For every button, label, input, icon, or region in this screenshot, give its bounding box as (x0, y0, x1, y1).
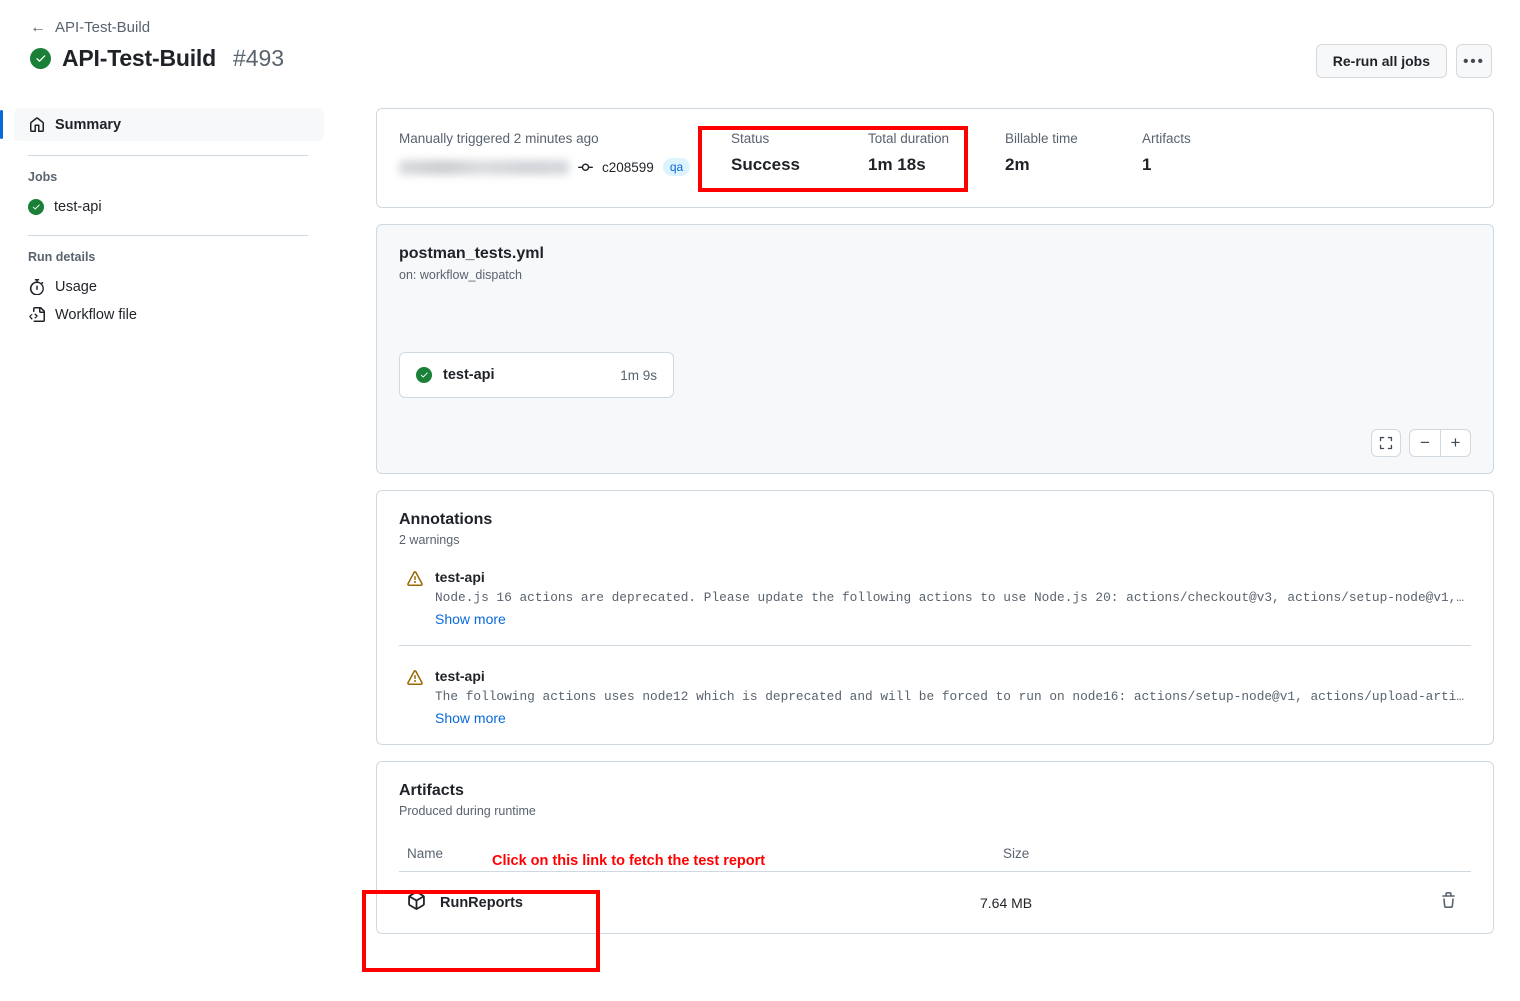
page-title: API-Test-Build (62, 45, 216, 71)
annotations-title: Annotations (399, 511, 493, 528)
annotation-body: test-api The following actions uses node… (435, 668, 1471, 726)
annotation-message: The following actions uses node12 which … (435, 689, 1471, 704)
check-circle-icon (416, 367, 432, 383)
sidebar-divider-1 (28, 155, 308, 156)
annotation-show-more-link[interactable]: Show more (435, 710, 1471, 726)
graph-job-node-test-api[interactable]: test-api 1m 9s (399, 352, 674, 398)
artifacts-subtitle: Produced during runtime (399, 804, 536, 818)
zoom-out-button[interactable]: − (1410, 430, 1440, 456)
header-actions: Re-run all jobs ••• (1315, 44, 1492, 78)
graph-controls: − + (1371, 429, 1471, 457)
sidebar-group-run-details: Run details (28, 250, 96, 264)
table-row: RunReports 7.64 MB (399, 871, 1471, 933)
stat-artifacts: Artifacts 1 (1142, 131, 1279, 207)
sidebar-item-summary-label: Summary (55, 116, 122, 133)
stat-total-duration-value: 1m 18s (868, 155, 926, 174)
rerun-all-jobs-button[interactable]: Re-run all jobs (1315, 44, 1447, 78)
artifact-download-link[interactable]: RunReports (407, 891, 980, 914)
sidebar-group-jobs: Jobs (28, 170, 58, 184)
check-circle-icon (30, 48, 51, 69)
callout-artifact-note: Click on this link to fetch the test rep… (492, 853, 766, 869)
artifact-name: RunReports (440, 894, 523, 911)
warning-triangle-icon (407, 670, 423, 726)
workflow-trigger-event: on: workflow_dispatch (399, 268, 522, 282)
annotation-show-more-link[interactable]: Show more (435, 611, 1471, 627)
run-number: #493 (232, 45, 285, 71)
sidebar-job-label: test-api (54, 199, 102, 215)
graph-job-duration: 1m 9s (620, 367, 657, 383)
package-icon (407, 891, 426, 914)
commit-icon (578, 160, 593, 175)
artifacts-panel: Artifacts Produced during runtime Name S… (376, 761, 1494, 934)
commit-meta: c208599 qa (399, 158, 711, 176)
stat-artifacts-value: 1 (1142, 155, 1152, 174)
annotations-panel: Annotations 2 warnings test-api Node.js … (376, 490, 1494, 745)
stopwatch-icon (28, 279, 45, 296)
zoom-in-button[interactable]: + (1440, 430, 1470, 456)
stat-status: Status Success (731, 131, 868, 207)
run-trigger-info: Manually triggered 2 minutes ago c208599… (399, 131, 711, 207)
stat-status-value: Success (731, 155, 800, 174)
sidebar-item-summary[interactable]: Summary (0, 108, 324, 141)
breadcrumb[interactable]: ← API-Test-Build (30, 19, 150, 36)
sidebar-divider-2 (28, 235, 308, 236)
file-code-icon (28, 307, 45, 324)
stat-total-duration-label: Total duration (868, 131, 950, 146)
breadcrumb-label[interactable]: API-Test-Build (55, 19, 150, 36)
fit-screen-icon[interactable] (1371, 429, 1401, 457)
workflow-run-page: ← API-Test-Build API-Test-Build #493 Re-… (0, 0, 1520, 1001)
home-icon (28, 116, 45, 133)
annotation-item: test-api The following actions uses node… (399, 645, 1471, 744)
run-summary-panel: Manually triggered 2 minutes ago c208599… (376, 108, 1494, 208)
artifacts-title: Artifacts (399, 782, 464, 799)
stat-artifacts-label: Artifacts (1142, 131, 1191, 146)
trash-icon[interactable] (1440, 891, 1457, 914)
sidebar: Summary Jobs test-api Run details Usage … (0, 108, 336, 329)
artifact-size: 7.64 MB (980, 894, 1033, 911)
stat-billable-time-value: 2m (1005, 155, 1030, 174)
sidebar-item-usage[interactable]: Usage (0, 273, 336, 301)
annotation-job-name: test-api (435, 569, 485, 585)
annotation-item: test-api Node.js 16 actions are deprecat… (399, 547, 1471, 645)
workflow-file-name: postman_tests.yml (399, 245, 544, 262)
stat-status-label: Status (731, 131, 770, 146)
page-header: ← API-Test-Build API-Test-Build #493 Re-… (0, 0, 1520, 96)
annotation-body: test-api Node.js 16 actions are deprecat… (435, 569, 1471, 627)
sidebar-item-usage-label: Usage (55, 279, 97, 295)
stat-billable-time-label: Billable time (1005, 131, 1078, 146)
trigger-text: Manually triggered 2 minutes ago (399, 131, 599, 146)
sidebar-item-workflow-file[interactable]: Workflow file (0, 301, 336, 329)
main-content: Manually triggered 2 minutes ago c208599… (376, 108, 1494, 950)
stat-billable-time: Billable time 2m (1005, 131, 1142, 207)
annotation-message: Node.js 16 actions are deprecated. Pleas… (435, 590, 1471, 605)
check-circle-icon (28, 199, 44, 215)
graph-job-name: test-api (443, 367, 495, 383)
more-options-button[interactable]: ••• (1456, 44, 1492, 78)
back-arrow-icon[interactable]: ← (30, 19, 46, 36)
annotations-subtitle: 2 warnings (399, 533, 460, 547)
zoom-controls: − + (1409, 429, 1471, 457)
artifacts-column-size: Size (1003, 846, 1030, 861)
commit-sha[interactable]: c208599 (602, 160, 654, 175)
annotation-job-name: test-api (435, 668, 485, 684)
stat-total-duration: Total duration 1m 18s (868, 131, 1005, 207)
page-title-row: API-Test-Build #493 (30, 45, 284, 72)
sidebar-item-workflow-file-label: Workflow file (55, 307, 137, 323)
workflow-graph-panel: postman_tests.yml on: workflow_dispatch … (376, 224, 1494, 474)
branch-badge[interactable]: qa (662, 158, 691, 176)
actor-name-redacted (399, 159, 569, 175)
sidebar-item-job-test-api[interactable]: test-api (0, 193, 336, 221)
warning-triangle-icon (407, 571, 423, 627)
